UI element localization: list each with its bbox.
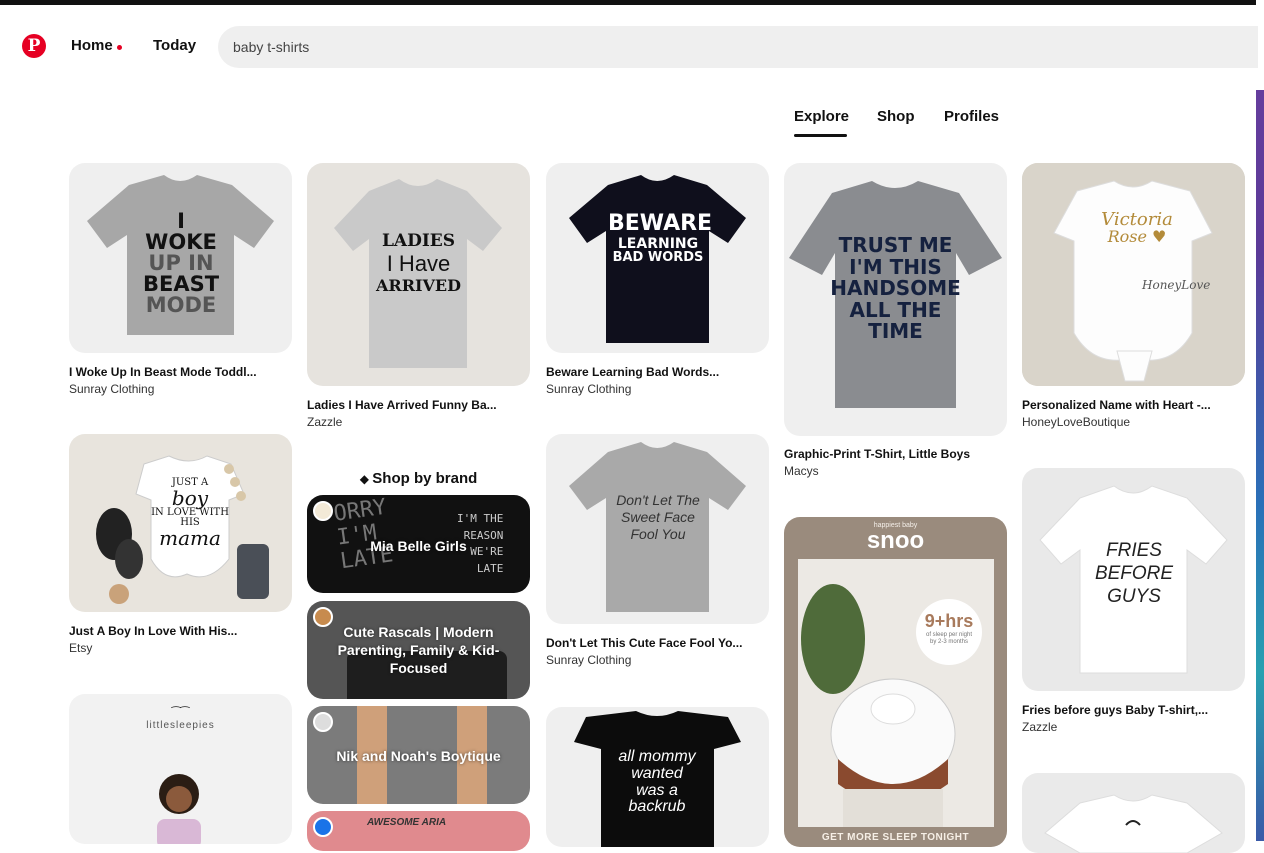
tag-icon: ◆ <box>359 472 373 486</box>
brand-name: Nik and Noah's Boytique <box>336 748 501 764</box>
brand-avatar <box>313 817 333 837</box>
pin-image[interactable]: Victoria Rose ♥ HoneyLove <box>1022 163 1245 386</box>
pin-image[interactable]: TRUST ME I'M THIS HANDSOME ALL THE TIME <box>784 163 1007 436</box>
ad-brand: snoo <box>866 527 925 554</box>
brand-card[interactable]: AWESOME ARIA <box>307 811 530 851</box>
brand-card[interactable]: Cute Rascals | Modern Parenting, Family … <box>307 601 530 699</box>
pin-source[interactable]: Zazzle <box>1022 720 1057 734</box>
pin-source[interactable]: Macys <box>784 464 819 478</box>
heart-icon: ♥ <box>1152 227 1167 246</box>
pin-image[interactable] <box>1022 773 1245 853</box>
pin-title[interactable]: Just A Boy In Love With His... <box>69 624 237 638</box>
notification-dot <box>117 45 122 50</box>
pin-image[interactable]: BEWARE LEARNING BAD WORDS <box>546 163 769 353</box>
window-edge <box>1256 0 1264 841</box>
brand-name: Mia Belle Girls <box>370 538 467 554</box>
logo-letter: P <box>27 36 41 56</box>
pin-source[interactable]: Zazzle <box>307 415 342 429</box>
nav-home[interactable]: Home <box>71 37 113 54</box>
pin-image[interactable]: JUST Aboy IN LOVE WITH HIS mama <box>69 434 292 612</box>
shirt-print: FRIES BEFORE GUYS <box>1094 540 1174 607</box>
pin-image[interactable]: LADIES I Have ARRIVED <box>307 163 530 386</box>
bassinet-illustration <box>798 559 994 827</box>
pin-title[interactable]: Fries before guys Baby T-shirt,... <box>1022 703 1208 717</box>
shirt-print: Victoria Rose ♥ <box>1101 209 1173 246</box>
pin-image[interactable]: ⁀⁀ littlesleepies <box>69 694 292 844</box>
brand-bg-print: AWESOME ARIA <box>367 817 447 828</box>
shirt-print: all mommy wanted was a backrub <box>618 748 696 816</box>
pin-image[interactable]: Don't Let The Sweet Face Fool You <box>546 434 769 624</box>
active-tab-indicator <box>794 134 847 137</box>
onesie-image <box>1022 163 1245 386</box>
pin-image[interactable]: FRIES BEFORE GUYS <box>1022 468 1245 691</box>
watermark-text: HoneyLove <box>1142 278 1211 292</box>
search-input[interactable] <box>233 26 833 68</box>
search-bar[interactable] <box>218 26 1258 68</box>
pin-source[interactable]: Etsy <box>69 641 92 655</box>
pin-source[interactable]: Sunray Clothing <box>546 382 631 396</box>
nav-today[interactable]: Today <box>153 37 196 54</box>
pin-source[interactable]: Sunray Clothing <box>69 382 154 396</box>
pin-title[interactable]: Don't Let This Cute Face Fool Yo... <box>546 636 742 650</box>
ad-cta[interactable]: GET MORE SLEEP TONIGHT <box>784 832 1007 843</box>
brand-avatar <box>313 712 333 732</box>
ad-stat-badge: 9+hrs of sleep per night by 2-3 months <box>916 599 982 665</box>
ad-photo: 9+hrs of sleep per night by 2-3 months <box>798 559 994 827</box>
shirt-print: BEWARE LEARNING BAD WORDS <box>608 211 713 265</box>
pin-title[interactable]: I Woke Up In Beast Mode Toddl... <box>69 365 257 379</box>
shirt-print: LADIES I Have ARRIVED <box>376 231 461 295</box>
tshirt-image <box>1044 794 1223 853</box>
brand-bg-print: ORRY I'M LATE <box>332 495 395 575</box>
child-photo <box>157 774 201 844</box>
tab-explore[interactable]: Explore <box>794 108 849 125</box>
shirt-print: TRUST ME I'M THIS HANDSOME ALL THE TIME <box>830 233 961 344</box>
pin-title[interactable]: Ladies I Have Arrived Funny Ba... <box>307 398 497 412</box>
shop-by-brand-heading: ◆ Shop by brand <box>359 470 478 487</box>
brand-avatar <box>313 501 333 521</box>
pin-source[interactable]: Sunray Clothing <box>546 653 631 667</box>
pin-title[interactable]: Graphic-Print T-Shirt, Little Boys <box>784 447 970 461</box>
pin-title[interactable]: Personalized Name with Heart -... <box>1022 398 1211 412</box>
shirt-print: I WOKE UP IN BEAST MODE <box>142 209 220 317</box>
shirt-print: Don't Let The Sweet Face Fool You <box>616 492 700 542</box>
tab-shop[interactable]: Shop <box>877 108 915 125</box>
pin-source[interactable]: HoneyLoveBoutique <box>1022 415 1130 429</box>
brand-name: Cute Rascals | Modern Parenting, Family … <box>337 624 500 677</box>
pin-title[interactable]: Beware Learning Bad Words... <box>546 365 719 379</box>
brand-card[interactable]: Nik and Noah's Boytique <box>307 706 530 804</box>
ad-image[interactable]: happiest baby snoo 9+hrs of sleep per ni… <box>784 517 1007 847</box>
header: P Home Today <box>0 5 1258 85</box>
pin-image[interactable]: all mommy wanted was a backrub <box>546 707 769 847</box>
shirt-print: JUST Aboy IN LOVE WITH HIS mama <box>151 477 229 550</box>
pin-image[interactable]: I WOKE UP IN BEAST MODE <box>69 163 292 353</box>
pinterest-logo-icon[interactable]: P <box>22 34 46 58</box>
brand-card[interactable]: ORRY I'M LATE I'M THE REASON WE'RE LATE Mia B… <box>307 495 530 593</box>
tab-profiles[interactable]: Profiles <box>944 108 999 125</box>
